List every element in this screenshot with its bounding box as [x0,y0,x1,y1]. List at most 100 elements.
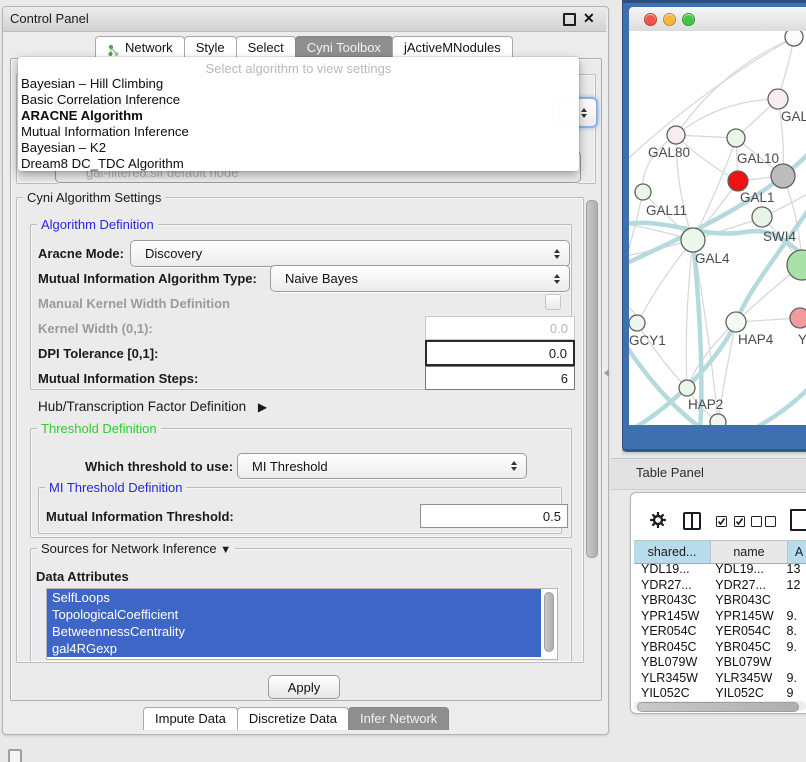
sources-title: Sources for Network Inference ▼ [37,541,235,556]
tab-cyni-toolbox[interactable]: Cyni Toolbox [295,36,393,59]
table-cell: YDL19... [708,562,782,578]
table-cell [783,655,806,671]
table-cell: YDR27... [708,578,782,594]
network-node-gal[interactable] [768,89,788,109]
table-row[interactable]: YBR043CYBR043C [634,593,806,609]
hub-definition-expander[interactable]: Hub/Transcription Factor Definition ▶ [38,399,267,414]
tab-select[interactable]: Select [236,36,296,59]
float-window-icon[interactable] [563,13,576,26]
dropdown-item[interactable]: Bayesian – K2 [18,140,579,156]
network-edge[interactable] [676,38,793,135]
table-cell: YBL079W [708,655,782,671]
tab-network[interactable]: Network [95,36,185,59]
minimize-traffic-light[interactable] [663,13,676,26]
table-row[interactable]: YIL052CYIL052C9 [634,686,806,700]
apply-button[interactable]: Apply [268,675,340,699]
table-cell: YBR045C [708,640,782,656]
column-header[interactable]: A [788,540,806,564]
tab-infer-network[interactable]: Infer Network [348,707,449,730]
table-row[interactable]: YLR345WYLR345W9. [634,671,806,687]
kernel-width-field[interactable]: 0.0 [425,316,575,340]
table-cell: YBL079W [634,655,708,671]
table-cell: YER054C [708,624,782,640]
network-edge[interactable] [693,139,736,240]
deselect-all-columns-icon[interactable] [751,515,776,530]
network-node-gal1[interactable] [728,171,748,191]
expand-right-icon[interactable]: ▶ [258,400,267,414]
mi-threshold-label: Mutual Information Threshold: [46,509,234,524]
control-panel-titlebar[interactable] [3,7,606,32]
apply-button-label: Apply [288,680,321,695]
attribute-item[interactable]: BetweennessCentrality [47,623,541,640]
network-node-y[interactable] [790,308,806,328]
network-node-hap4[interactable] [726,312,746,332]
table-row[interactable]: YBR045CYBR045C9. [634,640,806,656]
network-node-hap2[interactable] [679,380,695,396]
close-traffic-light[interactable] [644,13,657,26]
aracne-mode-combobox[interactable]: Discovery [130,240,570,267]
list-scrollbar-thumb[interactable] [544,592,554,652]
collapse-down-icon[interactable]: ▼ [220,544,231,556]
table-cell: YPR145W [708,609,782,625]
tab-jactivemnodules[interactable]: jActiveMNodules [392,36,513,59]
attribute-item[interactable]: SelfLoops [47,589,541,606]
column-header[interactable]: name [711,540,788,564]
zoom-traffic-light[interactable] [682,13,695,26]
network-edge[interactable] [676,99,778,135]
node-label: Y [798,332,806,347]
dropdown-item[interactable]: Bayesian – Hill Climbing [18,76,579,92]
column-header[interactable]: shared... [634,540,711,564]
table-cell: YER054C [634,624,708,640]
network-node-swi4[interactable] [752,207,772,227]
network-canvas[interactable]: GALGAL80GAL10GAL1GAL11SWI4GAL4GCY1HAP4YH… [629,31,806,425]
dropdown-item[interactable]: Dream8 DC_TDC Algorithm [18,156,579,172]
network-node-gal80[interactable] [667,126,685,144]
table-row[interactable]: YPR145WYPR145W9. [634,609,806,625]
mi-steps-field[interactable]: 6 [425,366,575,390]
mi-threshold-group-title: MI Threshold Definition [45,480,186,495]
kernel-width-label: Kernel Width (0,1): [38,321,153,336]
dropdown-placeholder: Select algorithm to view settings [18,57,579,76]
network-node[interactable] [771,164,795,188]
network-node-gcy1[interactable] [629,315,645,331]
tab-discretize-data[interactable]: Discretize Data [237,707,349,730]
table-row[interactable]: YBL079WYBL079W [634,655,806,671]
dropdown-item[interactable]: Mutual Information Inference [18,124,579,140]
table-row[interactable]: YDR27...YDR27...12 [634,578,806,594]
mi-threshold-field[interactable]: 0.5 [420,504,568,528]
table-cell: YIL052C [634,686,708,700]
settings-scrollbar-thumb[interactable] [586,200,598,558]
network-edge[interactable] [629,192,643,290]
mi-type-label: Mutual Information Algorithm Type: [38,271,257,286]
network-edge[interactable] [643,135,676,192]
network-node-gal11[interactable] [635,184,651,200]
collapsed-panel-icon[interactable] [8,749,22,762]
attribute-item[interactable]: gal4RGexp [47,640,541,657]
dpi-tolerance-field[interactable]: 0.0 [425,340,575,366]
mi-type-combobox[interactable]: Naive Bayes [270,265,570,292]
manual-kernel-checkbox[interactable] [545,294,561,310]
tab-impute-data[interactable]: Impute Data [143,707,238,730]
tab-style[interactable]: Style [184,36,237,59]
select-all-columns-icon[interactable] [716,515,745,530]
splitter-collapse-icon[interactable] [604,369,609,377]
network-node-gal4[interactable] [681,228,705,252]
split-columns-icon[interactable] [683,512,701,530]
network-edge[interactable] [686,240,693,387]
table-hscrollbar-thumb[interactable] [637,702,799,712]
table-cell: YBR043C [634,593,708,609]
network-node-gal10[interactable] [727,129,745,147]
hub-definition-label: Hub/Transcription Factor Definition [38,399,246,414]
network-node[interactable] [710,414,726,425]
table-row[interactable]: YDL19...YDL19...13 [634,562,806,578]
ghost-label: Inference Algorithm [54,97,166,112]
close-icon[interactable]: ✕ [583,10,595,27]
attribute-item[interactable]: TopologicalCoefficient [47,606,541,623]
which-threshold-combobox[interactable]: MI Threshold [237,453,527,479]
gear-icon[interactable] [649,511,667,532]
document-icon[interactable] [790,509,806,531]
network-node[interactable] [787,250,806,280]
network-node[interactable] [785,31,803,46]
table-row[interactable]: YER054CYER054C8. [634,624,806,640]
dropdown-items: Bayesian – Hill ClimbingBasic Correlatio… [18,76,579,172]
